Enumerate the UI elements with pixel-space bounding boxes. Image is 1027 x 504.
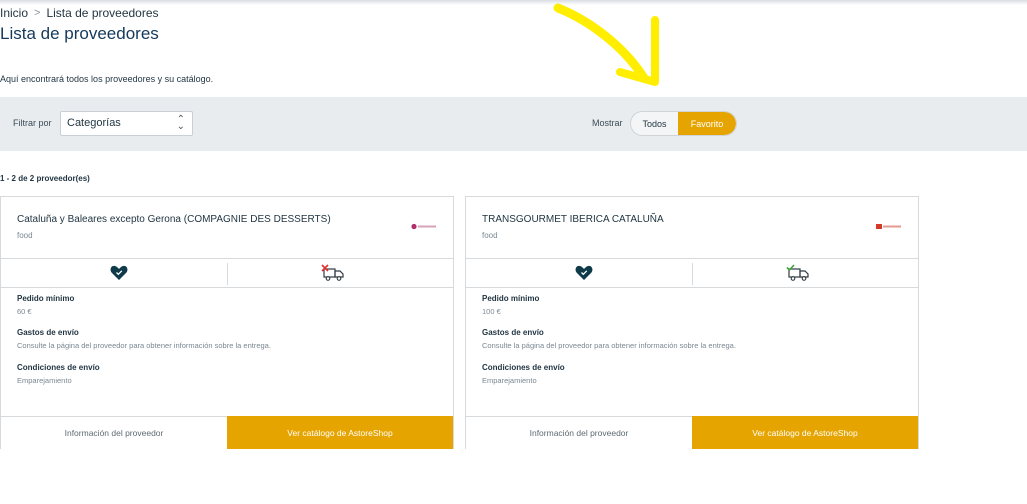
supplier-name: Cataluña y Baleares excepto Gerona (COMP… xyxy=(17,214,331,225)
breadcrumb-separator: > xyxy=(34,7,41,19)
favorite-heart-icon[interactable] xyxy=(110,265,128,281)
category-select[interactable]: Categorías ⌃ ⌄ xyxy=(60,111,193,136)
truck-check-icon xyxy=(786,264,809,281)
min-order-value: 100 € xyxy=(482,307,501,316)
favorite-heart-icon[interactable] xyxy=(575,265,593,281)
annotation-arrow-icon xyxy=(553,3,659,86)
supplier-category: food xyxy=(17,231,33,240)
page-intro: Aquí encontrará todos los proveedores y … xyxy=(0,74,214,84)
shipping-conditions-label: Condiciones de envío xyxy=(17,363,100,372)
shipping-conditions-label: Condiciones de envío xyxy=(482,363,565,372)
favorite-toggle: Todos Favorito xyxy=(630,111,737,136)
min-order-label: Pedido mínimo xyxy=(482,294,540,303)
supplier-category: food xyxy=(482,231,498,240)
supplier-name: TRANSGOURMET IBERICA CATALUÑA xyxy=(482,214,664,225)
icon-row-divider xyxy=(692,263,693,285)
page-title: Lista de proveedores xyxy=(0,24,159,43)
icon-row-divider xyxy=(227,263,228,285)
shipping-cost-value: Consulte la página del proveedor para ob… xyxy=(482,341,736,350)
supplier-info-button[interactable]: Información del proveedor xyxy=(1,416,227,449)
supplier-icon-row xyxy=(466,258,918,288)
supplier-logo xyxy=(411,223,436,230)
shipping-conditions-value: Emparejamiento xyxy=(17,376,72,385)
view-catalog-button[interactable]: Ver catálogo de AstoreShop xyxy=(227,416,453,449)
supplier-card: Cataluña y Baleares excepto Gerona (COMP… xyxy=(0,196,454,449)
toggle-favorite-button[interactable]: Favorito xyxy=(678,112,736,135)
supplier-info-button[interactable]: Información del proveedor xyxy=(466,416,692,449)
shipping-conditions-value: Emparejamiento xyxy=(482,376,537,385)
supplier-logo xyxy=(876,224,901,229)
show-label: Mostrar xyxy=(592,118,623,128)
shipping-cost-label: Gastos de envío xyxy=(17,328,79,337)
filter-label: Filtrar por xyxy=(13,118,52,128)
header-shadow xyxy=(0,0,1027,5)
min-order-label: Pedido mínimo xyxy=(17,294,75,303)
view-catalog-button[interactable]: Ver catálogo de AstoreShop xyxy=(692,416,918,449)
supplier-card: TRANSGOURMET IBERICA CATALUÑA food Pedid… xyxy=(465,196,919,449)
breadcrumb-home-link[interactable]: Inicio xyxy=(0,6,28,20)
results-count: 1 - 2 de 2 proveedor(es) xyxy=(0,174,90,183)
select-chevron-icon: ⌃ ⌄ xyxy=(176,114,185,132)
truck-cancel-icon xyxy=(321,264,344,281)
min-order-value: 60 € xyxy=(17,307,32,316)
shipping-cost-label: Gastos de envío xyxy=(482,328,544,337)
category-select-value: Categorías xyxy=(67,117,121,129)
toggle-all-button[interactable]: Todos xyxy=(631,112,678,135)
breadcrumb-current: Lista de proveedores xyxy=(46,6,159,20)
breadcrumb: Inicio > Lista de proveedores xyxy=(0,6,159,20)
shipping-cost-value: Consulte la página del proveedor para ob… xyxy=(17,341,271,350)
filter-bar: Filtrar por Categorías ⌃ ⌄ Mostrar Todos … xyxy=(0,97,1027,151)
supplier-icon-row xyxy=(1,258,453,288)
